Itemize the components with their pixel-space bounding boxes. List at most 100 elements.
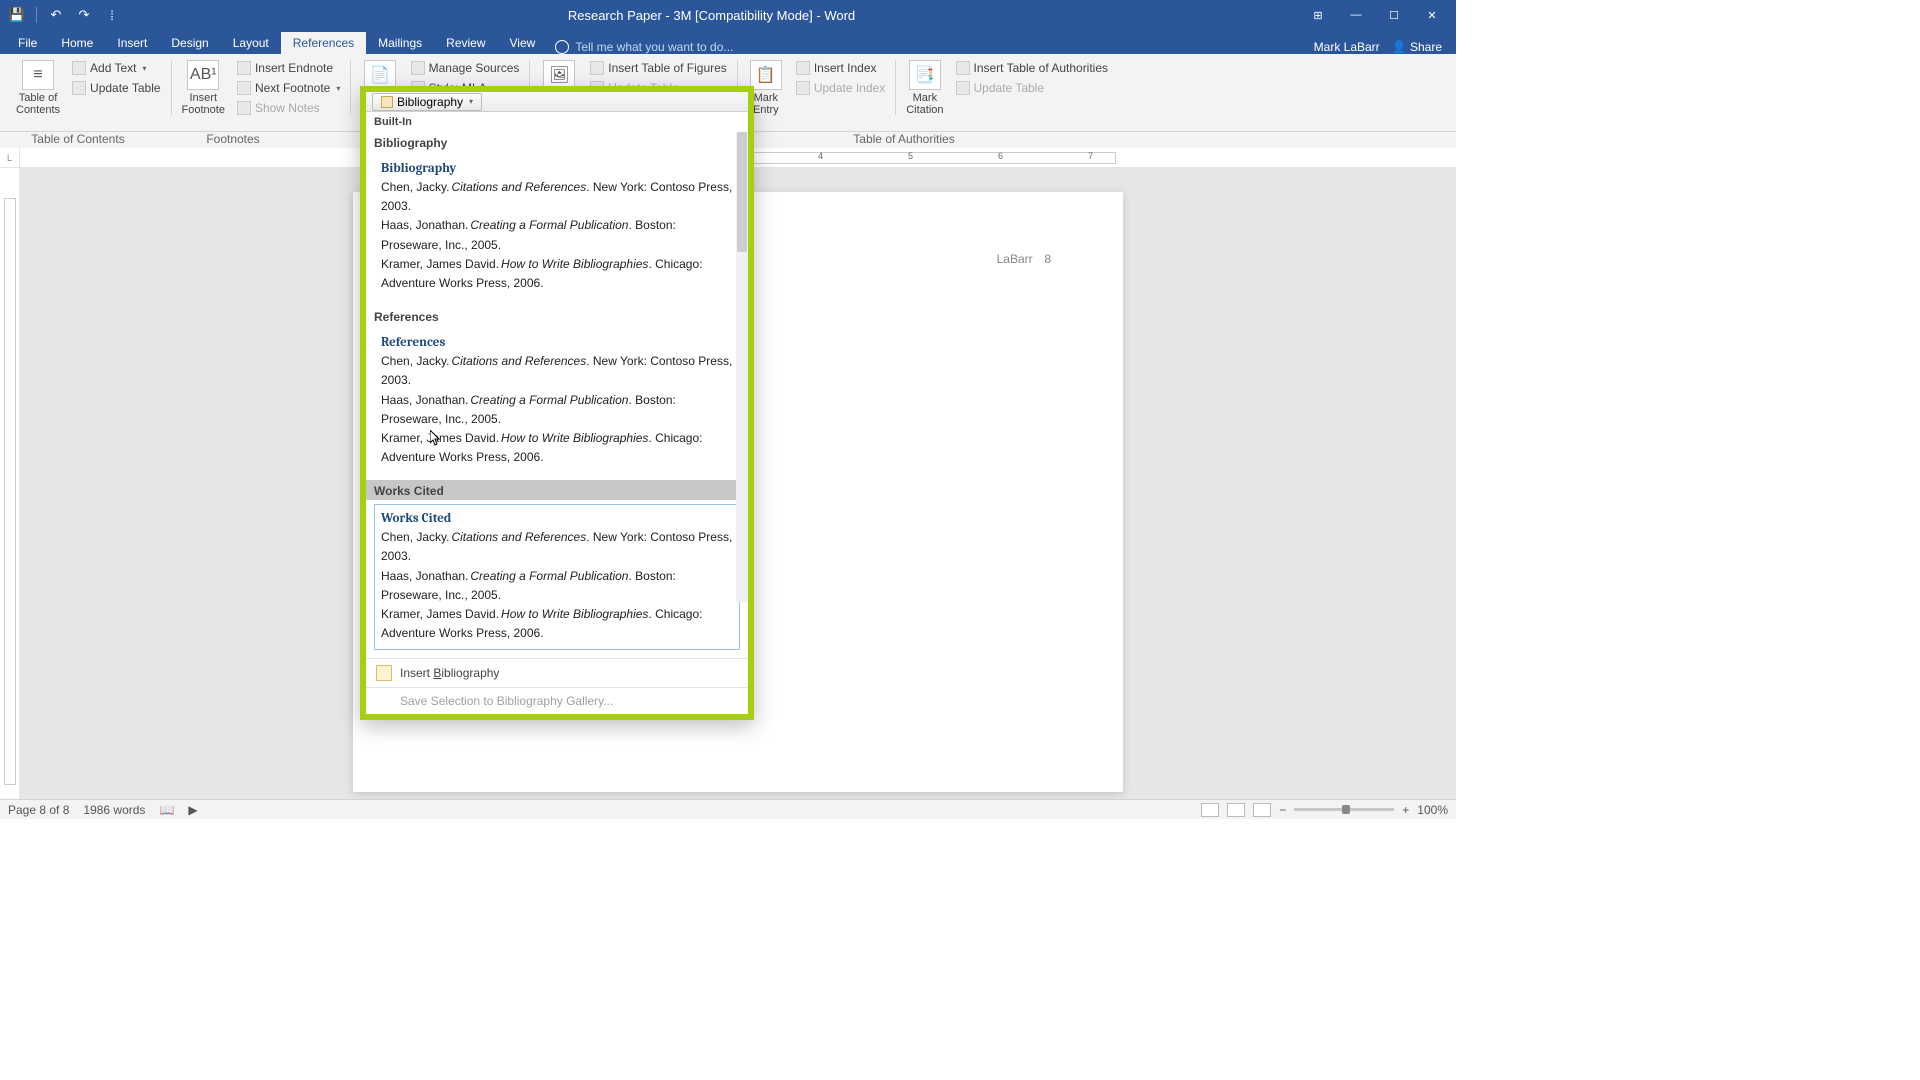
insert-bibliography-icon (376, 665, 392, 681)
preview-entry: Kramer, James David. How to Write Biblio… (381, 255, 733, 293)
builtin-section-label: Built-In (366, 112, 748, 132)
update-icon (956, 81, 970, 95)
tab-review[interactable]: Review (434, 32, 497, 54)
redo-button[interactable]: ↷ (73, 4, 95, 26)
preview-entry: Haas, Jonathan. Creating a Formal Public… (381, 216, 733, 254)
zoom-slider-thumb[interactable] (1342, 805, 1350, 814)
scroll-thumb[interactable] (737, 132, 747, 252)
mark-citation-button[interactable]: 📑 Mark Citation (902, 58, 947, 118)
insert-index-button[interactable]: Insert Index (792, 58, 889, 78)
word-count[interactable]: 1986 words (83, 803, 145, 817)
group-label-toa: Table of Authorities (804, 132, 1004, 148)
status-bar: Page 8 of 8 1986 words 📖 ▶ − + 100% (0, 799, 1456, 819)
update-icon (796, 81, 810, 95)
qat-customize[interactable]: ⁞ (101, 4, 123, 26)
tab-view[interactable]: View (498, 32, 548, 54)
bibliography-icon (381, 96, 393, 108)
vertical-ruler[interactable] (0, 168, 20, 815)
dropdown-scrollbar[interactable] (736, 132, 748, 602)
web-layout-button[interactable] (1253, 803, 1271, 817)
save-button[interactable]: 💾 (6, 4, 28, 26)
spellcheck-icon[interactable]: 📖 (159, 803, 174, 817)
update-index-button[interactable]: Update Index (792, 78, 889, 98)
close-button[interactable]: ✕ (1414, 3, 1450, 27)
gallery-item-references[interactable]: References Chen, Jacky. Citations and Re… (374, 328, 740, 474)
group-label-toc: Table of Contents (0, 132, 156, 148)
gallery-item-references-title: References (366, 306, 748, 326)
gallery-item-bibliography-title: Bibliography (366, 132, 748, 152)
toc-icon: ≡ (22, 60, 54, 90)
update-toa-button[interactable]: Update Table (952, 78, 1113, 98)
bibliography-split-button[interactable]: Bibliography ▾ (372, 93, 482, 111)
insert-index-icon (796, 61, 810, 75)
zoom-level[interactable]: 100% (1417, 803, 1448, 817)
next-footnote-icon (237, 81, 251, 95)
gallery-item-works-cited[interactable]: Works Cited Chen, Jacky. Citations and R… (374, 504, 740, 650)
insert-toa-button[interactable]: Insert Table of Authorities (952, 58, 1113, 78)
tab-layout[interactable]: Layout (221, 32, 281, 54)
window-title: Research Paper - 3M [Compatibility Mode]… (123, 8, 1300, 23)
table-of-contents-button[interactable]: ≡ Table of Contents (12, 58, 64, 118)
ruler-corner[interactable]: L (0, 148, 20, 167)
gallery-item-works-cited-title: Works Cited (366, 480, 748, 500)
gallery-item-bibliography[interactable]: Bibliography Chen, Jacky. Citations and … (374, 154, 740, 300)
mark-citation-icon: 📑 (909, 60, 941, 90)
tell-me-placeholder: Tell me what you want to do... (575, 40, 733, 54)
mark-entry-icon: 📋 (750, 60, 782, 90)
zoom-slider[interactable] (1294, 808, 1394, 811)
tab-home[interactable]: Home (49, 32, 105, 54)
ribbon-options-button[interactable]: ⊞ (1300, 3, 1336, 27)
share-button[interactable]: 👤 Share (1392, 40, 1442, 54)
insert-footnote-button[interactable]: AB¹ Insert Footnote (178, 58, 229, 118)
endnote-icon (237, 61, 251, 75)
group-footnotes: AB¹ Insert Footnote Insert Endnote Next … (172, 58, 351, 131)
preview-heading: Works Cited (381, 511, 733, 526)
tab-file[interactable]: File (6, 32, 49, 54)
tab-insert[interactable]: Insert (105, 32, 159, 54)
toa-icon (956, 61, 970, 75)
minimize-button[interactable]: — (1338, 3, 1374, 27)
print-layout-button[interactable] (1227, 803, 1245, 817)
save-selection-menuitem: Save Selection to Bibliography Gallery..… (366, 687, 748, 714)
preview-entry: Chen, Jacky. Citations and References. N… (381, 178, 733, 216)
insert-table-of-figures-button[interactable]: Insert Table of Figures (586, 58, 731, 78)
preview-heading: Bibliography (381, 161, 733, 176)
preview-entry: Haas, Jonathan. Creating a Formal Public… (381, 567, 733, 605)
insert-endnote-button[interactable]: Insert Endnote (233, 58, 344, 78)
page-indicator[interactable]: Page 8 of 8 (8, 803, 69, 817)
next-footnote-button[interactable]: Next Footnote▾ (233, 78, 344, 98)
zoom-in-button[interactable]: + (1402, 803, 1409, 817)
preview-entry: Kramer, James David. How to Write Biblio… (381, 429, 733, 467)
group-toc: ≡ Table of Contents Add Text▾ Update Tab… (6, 58, 171, 131)
zoom-out-button[interactable]: − (1279, 803, 1286, 817)
user-name[interactable]: Mark LaBarr (1314, 40, 1380, 54)
maximize-button[interactable]: ☐ (1376, 3, 1412, 27)
tell-me-search[interactable]: Tell me what you want to do... (555, 40, 733, 54)
tab-references[interactable]: References (281, 32, 366, 54)
update-table-button[interactable]: Update Table (68, 78, 165, 98)
lightbulb-icon (555, 40, 569, 54)
separator (36, 7, 37, 23)
insert-bibliography-menuitem[interactable]: Insert Bibliography (366, 658, 748, 687)
footnote-icon: AB¹ (187, 60, 219, 90)
group-toa: 📑 Mark Citation Insert Table of Authorit… (896, 58, 1118, 131)
show-notes-button[interactable]: Show Notes (233, 98, 344, 118)
read-mode-button[interactable] (1201, 803, 1219, 817)
add-text-icon (72, 61, 86, 75)
preview-entry: Haas, Jonathan. Creating a Formal Public… (381, 391, 733, 429)
manage-sources-button[interactable]: Manage Sources (407, 58, 524, 78)
preview-entry: Chen, Jacky. Citations and References. N… (381, 528, 733, 566)
tab-design[interactable]: Design (159, 32, 220, 54)
ribbon-tabs: File Home Insert Design Layout Reference… (0, 30, 1456, 54)
manage-sources-icon (411, 61, 425, 75)
macro-icon[interactable]: ▶ (188, 803, 197, 817)
group-index: 📋 Mark Entry Insert Index Update Index (738, 58, 895, 131)
add-text-button[interactable]: Add Text▾ (68, 58, 165, 78)
tof-icon (590, 61, 604, 75)
undo-button[interactable]: ↶ (45, 4, 67, 26)
preview-entry: Chen, Jacky. Citations and References. N… (381, 352, 733, 390)
dropdown-toolbar: Bibliography ▾ (366, 92, 748, 112)
preview-entry: Kramer, James David. How to Write Biblio… (381, 605, 733, 643)
tab-mailings[interactable]: Mailings (366, 32, 434, 54)
show-notes-icon (237, 101, 251, 115)
